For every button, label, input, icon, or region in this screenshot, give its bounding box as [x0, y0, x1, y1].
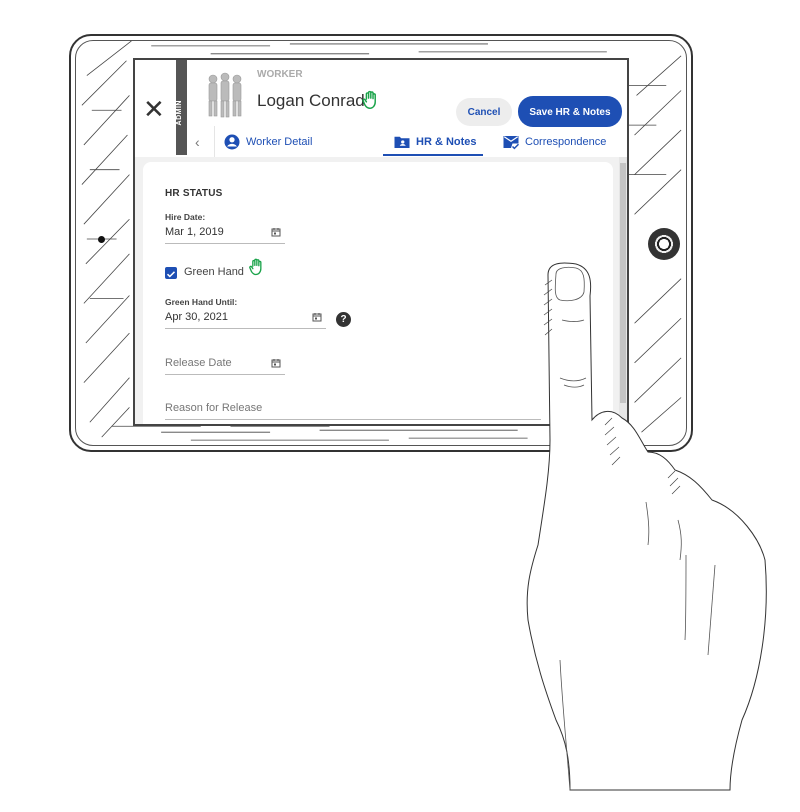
scrollbar-thumb[interactable]	[620, 163, 626, 403]
save-hr-notes-button[interactable]: Save HR & Notes	[518, 96, 622, 127]
calendar-icon[interactable]	[271, 227, 281, 237]
green-hand-icon	[249, 258, 262, 276]
admin-label: ADMIN	[176, 100, 183, 126]
chevron-left-icon[interactable]: ‹	[195, 134, 200, 150]
tab-label: Worker Detail	[246, 136, 313, 148]
home-button[interactable]	[648, 228, 680, 260]
worker-header: ✕ ADMIN WORKER Logan Conrad Cancel Save …	[135, 60, 627, 157]
account-circle-icon	[224, 134, 240, 150]
release-date-placeholder: Release Date	[165, 357, 232, 369]
reason-for-release-field[interactable]: Reason for Release	[165, 399, 541, 420]
characters-remaining: 500 characters remaining	[433, 424, 529, 426]
calendar-icon[interactable]	[271, 358, 281, 368]
hire-date-value: Mar 1, 2019	[165, 226, 224, 238]
green-hand-until-label: Green Hand Until:	[165, 297, 238, 307]
tab-label: Correspondence	[525, 136, 607, 148]
folder-account-icon	[394, 136, 410, 148]
hire-date-field[interactable]: Mar 1, 2019	[165, 223, 285, 244]
reason-for-release-placeholder: Reason for Release	[165, 402, 263, 414]
tab-hr-notes[interactable]: HR & Notes	[393, 132, 477, 152]
app-screen: ✕ ADMIN WORKER Logan Conrad Cancel Save …	[133, 58, 629, 426]
cancel-button[interactable]: Cancel	[456, 98, 512, 126]
close-icon[interactable]: ✕	[143, 96, 165, 122]
tab-correspondence[interactable]: Correspondence	[502, 132, 606, 152]
section-title: HR STATUS	[165, 188, 223, 199]
hr-status-card: HR STATUS Hire Date: Mar 1, 2019 Green H…	[143, 162, 613, 426]
green-hand-checkbox[interactable]	[165, 267, 177, 279]
active-tab-indicator	[383, 154, 483, 156]
check-icon	[166, 271, 176, 278]
tab-worker-detail[interactable]: Worker Detail	[223, 132, 312, 152]
green-hand-label: Green Hand	[184, 266, 244, 278]
calendar-icon[interactable]	[312, 312, 322, 322]
tab-label: HR & Notes	[416, 136, 477, 148]
worker-name: Logan Conrad	[257, 91, 365, 110]
workers-illustration	[208, 72, 242, 118]
help-icon[interactable]: ?	[336, 312, 351, 327]
green-hand-icon	[362, 90, 376, 109]
hire-date-label: Hire Date:	[165, 212, 206, 222]
email-check-icon	[503, 136, 520, 150]
front-camera	[98, 236, 105, 243]
tab-divider	[214, 126, 215, 157]
green-hand-until-value: Apr 30, 2021	[165, 311, 228, 323]
green-hand-until-field[interactable]: Apr 30, 2021	[165, 308, 326, 329]
worker-label: WORKER	[257, 69, 303, 80]
tab-bar: ‹ Worker Detail HR & Notes Correspondenc…	[187, 126, 627, 157]
release-date-field[interactable]: Release Date	[165, 354, 285, 375]
